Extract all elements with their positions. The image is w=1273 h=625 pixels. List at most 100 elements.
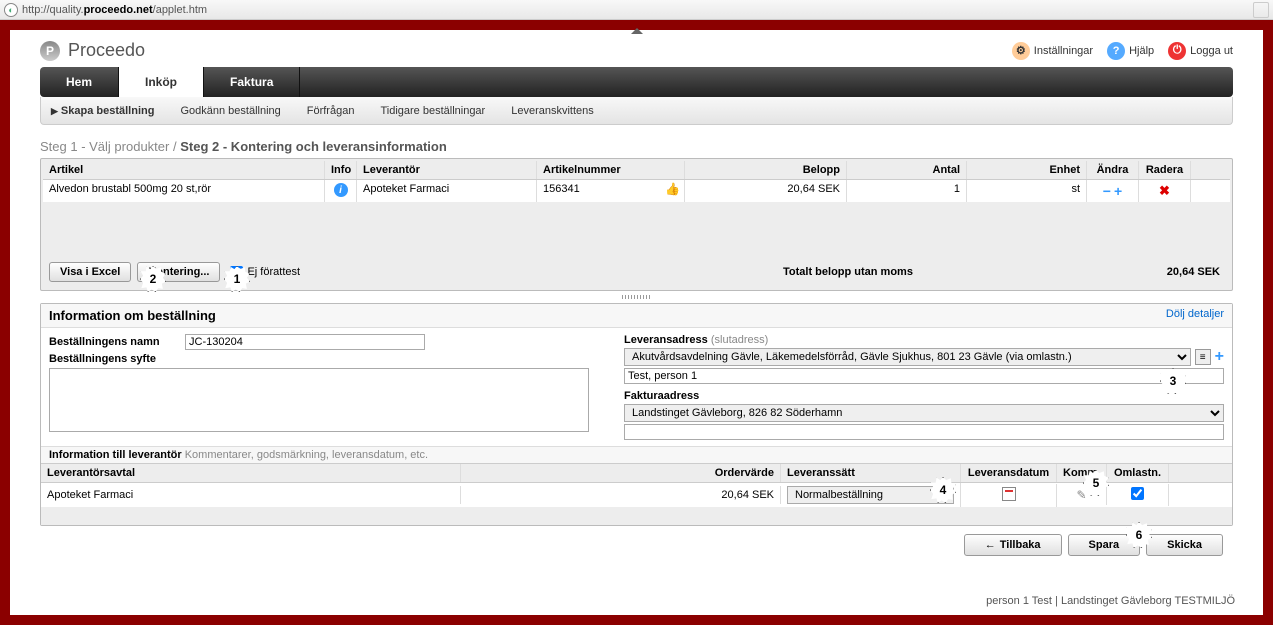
g2-cell-oml — [1107, 484, 1169, 506]
logout-icon: ⏻ — [1168, 42, 1186, 60]
col-belopp[interactable]: Belopp — [685, 161, 847, 179]
info-icon[interactable]: i — [334, 183, 348, 197]
footer-buttons: ←Tillbaka Spara Skicka — [40, 526, 1233, 564]
browser-url: http://quality.proceedo.net/applet.htm — [22, 4, 207, 16]
back-label: Tillbaka — [1000, 539, 1041, 551]
tab-faktura[interactable]: Faktura — [204, 67, 300, 97]
arrow-icon: ▶ — [51, 106, 58, 116]
cell-radera: ✖ — [1139, 180, 1191, 202]
grid-header: Artikel Info Leverantör Artikelnummer Be… — [43, 161, 1230, 180]
url-path: /applet.htm — [153, 4, 207, 16]
breadcrumb-sep: / — [173, 139, 177, 154]
col-antal[interactable]: Antal — [847, 161, 967, 179]
help-label: Hjälp — [1129, 45, 1154, 57]
visa-excel-button[interactable]: Visa i Excel — [49, 262, 131, 282]
g2-cell-ord: 20,64 SEK — [461, 486, 781, 504]
cell-andra: − + — [1087, 180, 1139, 202]
subnav-label: Skapa beställning — [61, 105, 155, 117]
settings-icon: ⚙ — [1012, 42, 1030, 60]
tab-hem[interactable]: Hem — [40, 67, 119, 97]
main-nav: Hem Inköp Faktura — [40, 67, 1233, 97]
g2-cell-lev: Apoteket Farmaci — [41, 486, 461, 504]
url-host: proceedo.net — [84, 4, 153, 16]
back-button[interactable]: ← Tillbaka — [964, 534, 1062, 556]
cell-artikel: Alvedon brustabl 500mg 20 st,rör — [43, 180, 325, 202]
tab-inkop[interactable]: Inköp — [119, 67, 204, 97]
col-andra[interactable]: Ändra — [1087, 161, 1139, 179]
subnav-godkann[interactable]: Godkänn beställning — [180, 105, 280, 117]
hide-details-link[interactable]: Dölj detaljer — [1166, 308, 1224, 323]
table-row[interactable]: Alvedon brustabl 500mg 20 st,rör i Apote… — [43, 180, 1230, 202]
logo-text: Proceedo — [68, 40, 145, 61]
back-arrow-icon: ← — [985, 539, 996, 551]
grid-footer: Visa i Excel Kontering... Ej förattest T… — [43, 256, 1230, 288]
breadcrumb-step2: Steg 2 - Kontering och leveransinformati… — [180, 139, 447, 154]
delete-icon[interactable]: ✖ — [1159, 183, 1170, 198]
send-button[interactable]: Skicka — [1146, 534, 1223, 556]
cell-artnr: 156341👍 — [537, 180, 685, 202]
status-bar: person 1 Test | Landstinget Gävleborg TE… — [986, 595, 1235, 607]
col-leverantor[interactable]: Leverantör — [357, 161, 537, 179]
help-link[interactable]: ? Hjälp — [1107, 42, 1154, 60]
section-title: Information om beställning — [49, 308, 216, 323]
collapse-handle-icon[interactable] — [631, 28, 643, 34]
cell-leverantor: Apoteket Farmaci — [357, 180, 537, 202]
delivery-method-select[interactable]: Normalbeställning — [787, 486, 954, 504]
breadcrumb-step1[interactable]: Steg 1 - Välj produkter — [40, 139, 169, 154]
col-artikelnummer[interactable]: Artikelnummer — [537, 161, 685, 179]
settings-label: Inställningar — [1034, 45, 1093, 57]
person-input[interactable] — [624, 368, 1224, 384]
list-icon[interactable]: ≡ — [1195, 349, 1211, 365]
col-artikel[interactable]: Artikel — [43, 161, 325, 179]
reload-checkbox[interactable] — [1131, 487, 1144, 500]
sub-nav: ▶Skapa beställning Godkänn beställning F… — [40, 97, 1233, 125]
help-icon: ? — [1107, 42, 1125, 60]
g2-col-levd: Leveransdatum — [961, 464, 1057, 482]
col-radera[interactable]: Radera — [1139, 161, 1191, 179]
subnav-leverans[interactable]: Leveranskvittens — [511, 105, 594, 117]
order-purpose-textarea[interactable] — [49, 368, 589, 432]
invoice-address-label: Fakturaadress — [624, 390, 1224, 402]
header: P Proceedo ⚙ Inställningar ? Hjälp ⏻ Logga … — [10, 30, 1263, 67]
url-prefix: http://quality. — [22, 4, 84, 16]
col-enhet[interactable]: Enhet — [967, 161, 1087, 179]
total-label: Totalt belopp utan moms — [783, 266, 913, 278]
breadcrumb: Steg 1 - Välj produkter / Steg 2 - Konte… — [40, 139, 1233, 154]
add-address-icon[interactable]: + — [1215, 348, 1224, 366]
ej-forattest-label: Ej förattest — [247, 266, 300, 278]
grid2-spacer — [41, 507, 1232, 525]
subnav-tidigare[interactable]: Tidigare beställningar — [380, 105, 485, 117]
col-info[interactable]: Info — [325, 161, 357, 179]
browser-compat-icon[interactable] — [1253, 2, 1269, 18]
invoice-address-select[interactable]: Landstinget Gävleborg, 826 82 Söderhamn — [624, 404, 1224, 422]
logo-icon: P — [40, 41, 60, 61]
g2-col-levs: Leveranssätt — [781, 464, 961, 482]
total-value: 20,64 SEK — [1167, 266, 1220, 278]
settings-link[interactable]: ⚙ Inställningar — [1012, 42, 1093, 60]
delivery-address-label: Leveransadress (slutadress) — [624, 334, 1224, 346]
cell-antal: 1 — [847, 180, 967, 202]
browser-address-bar: ◐ http://quality.proceedo.net/applet.htm — [0, 0, 1273, 20]
plus-icon[interactable]: + — [1114, 183, 1122, 199]
thumb-icon: 👍 — [665, 182, 680, 196]
subnav-forfragan[interactable]: Förfrågan — [307, 105, 355, 117]
minus-icon[interactable]: − — [1103, 183, 1111, 199]
order-name-label: Beställningens namn — [49, 336, 179, 348]
order-name-input[interactable] — [185, 334, 425, 350]
info-to-supplier-row[interactable]: Information till leverantör Kommentarer,… — [41, 446, 1232, 463]
products-panel: Artikel Info Leverantör Artikelnummer Be… — [40, 158, 1233, 291]
g2-col-ord: Ordervärde — [461, 464, 781, 482]
logout-label: Logga ut — [1190, 45, 1233, 57]
cell-belopp: 20,64 SEK — [685, 180, 847, 202]
delivery-address-select[interactable]: Akutvårdsavdelning Gävle, Läkemedelsförr… — [624, 348, 1191, 366]
invoice-extra-input[interactable] — [624, 424, 1224, 440]
g2-cell-levd — [961, 484, 1057, 507]
logout-link[interactable]: ⏻ Logga ut — [1168, 42, 1233, 60]
browser-favicon: ◐ — [4, 3, 18, 17]
cell-info[interactable]: i — [325, 180, 357, 202]
g2-col-lev: Leverantörsavtal — [41, 464, 461, 482]
subnav-skapa[interactable]: ▶Skapa beställning — [51, 105, 154, 117]
resize-handle-icon[interactable] — [622, 295, 652, 299]
supplier-row: Apoteket Farmaci 20,64 SEK Normalbeställ… — [41, 483, 1232, 507]
calendar-icon[interactable] — [1002, 487, 1016, 501]
